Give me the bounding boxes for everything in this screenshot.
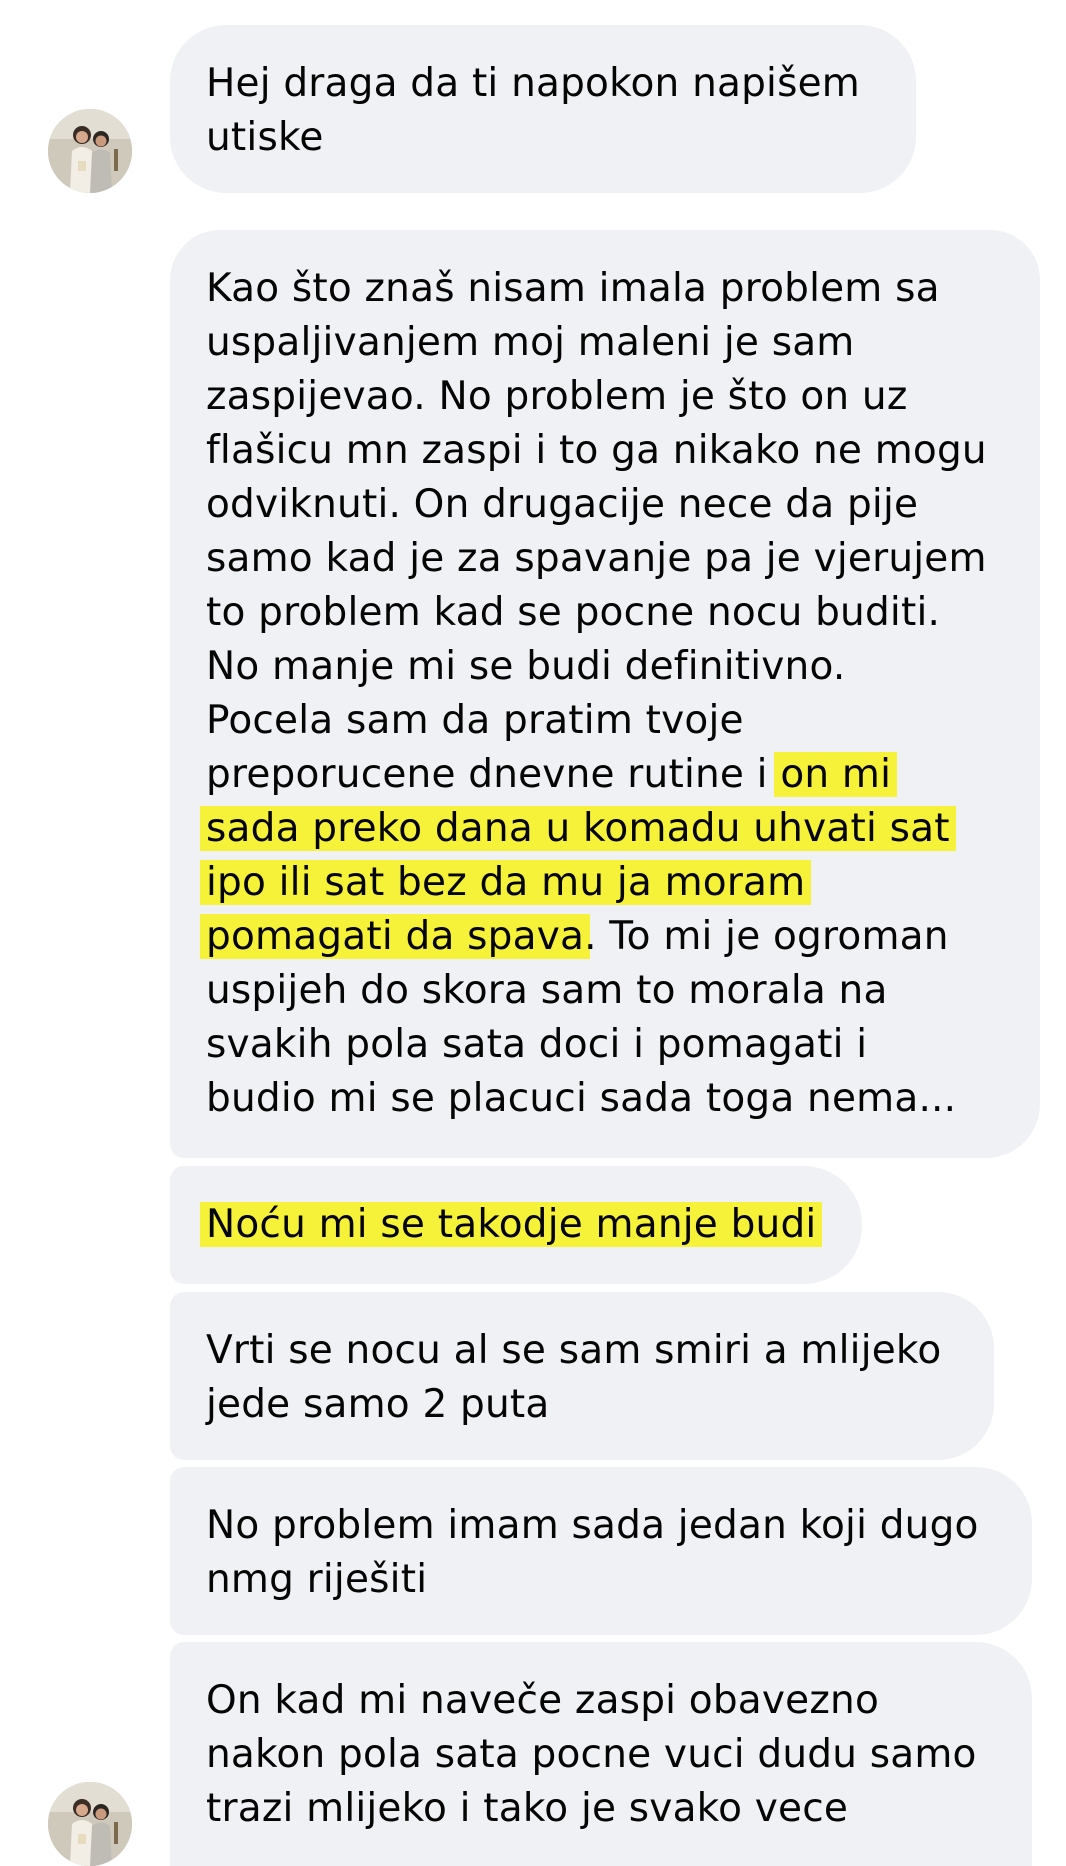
message-text: jede samo 2 puta [206,1382,550,1427]
message-text: No manje mi se budi definitivno. [206,644,846,689]
message-text: to problem kad se pocne nocu buditi. [206,590,941,635]
message-text: . To mi je ogroman [584,914,949,959]
highlighted-text: sada preko dana u komadu uhvati sat [200,806,956,851]
message-text: Hej draga da ti napokon napišem [206,61,860,106]
message-text: flašicu mn zaspi i to ga nikako ne mogu [206,428,987,473]
message-text: budio mi se placuci sada toga nema... [206,1076,957,1121]
message-text: samo kad je za spavanje pa je vjerujem [206,536,987,581]
message-text-line: sada preko dana u komadu uhvati sat [200,802,1004,856]
message-bubble[interactable]: Vrti se nocu al se sam smiri a mlijeko j… [170,1292,994,1460]
message-text: utiske [206,115,324,160]
message-text: No problem imam sada jedan koji dugo [206,1503,979,1548]
message-text: uspaljivanjem moj maleni je sam [206,320,855,365]
sender-avatar[interactable] [48,1782,132,1866]
message-text: svakih pola sata doci i pomagati i [206,1022,868,1067]
highlighted-text: ipo ili sat bez da mu ja moram [200,860,812,905]
message-text-line: ipo ili sat bez da mu ja moram [200,856,1004,910]
message-text: nmg riješiti [206,1557,428,1602]
message-text: Kao što znaš nisam imala problem sa [206,266,940,311]
message-text: nakon pola sata pocne vuci dudu samo [206,1732,977,1777]
message-text: preporucene dnevne rutine i [206,752,768,797]
avatar-photo-icon [48,109,132,193]
message-bubble[interactable]: Noću mi se takodje manje budi [170,1166,862,1284]
message-text: Vrti se nocu al se sam smiri a mlijeko [206,1328,942,1373]
message-text-line: pomagati da spava. To mi je ogroman [200,910,1004,964]
message-text: uspijeh do skora sam to morala na [206,968,888,1013]
message-bubble[interactable]: Hej draga da ti napokon napišem utiske [170,25,916,193]
avatar-photo-icon [48,1782,132,1866]
message-text: Pocela sam da pratim tvoje [206,698,744,743]
highlighted-text: on mi [774,752,898,797]
highlighted-text: pomagati da spava [200,914,591,959]
message-text: zaspijevao. No problem je što on uz [206,374,908,419]
message-bubble[interactable]: No problem imam sada jedan koji dugo nmg… [170,1467,1032,1635]
highlighted-text: Noću mi se takodje manje budi [200,1202,823,1247]
message-text: On kad mi naveče zaspi obavezno [206,1678,880,1723]
message-text: odviknuti. On drugacije nece da pije [206,482,919,527]
message-text-line: preporucene dnevne rutine i on mi [206,748,1004,802]
message-text: trazi mlijeko i tako je svako vece [206,1786,849,1831]
sender-avatar[interactable] [48,109,132,193]
message-text-line: Noću mi se takodje manje budi [200,1198,826,1252]
message-bubble[interactable]: On kad mi naveče zaspi obavezno nakon po… [170,1642,1032,1866]
message-bubble[interactable]: Kao što znaš nisam imala problem sa uspa… [170,230,1040,1158]
